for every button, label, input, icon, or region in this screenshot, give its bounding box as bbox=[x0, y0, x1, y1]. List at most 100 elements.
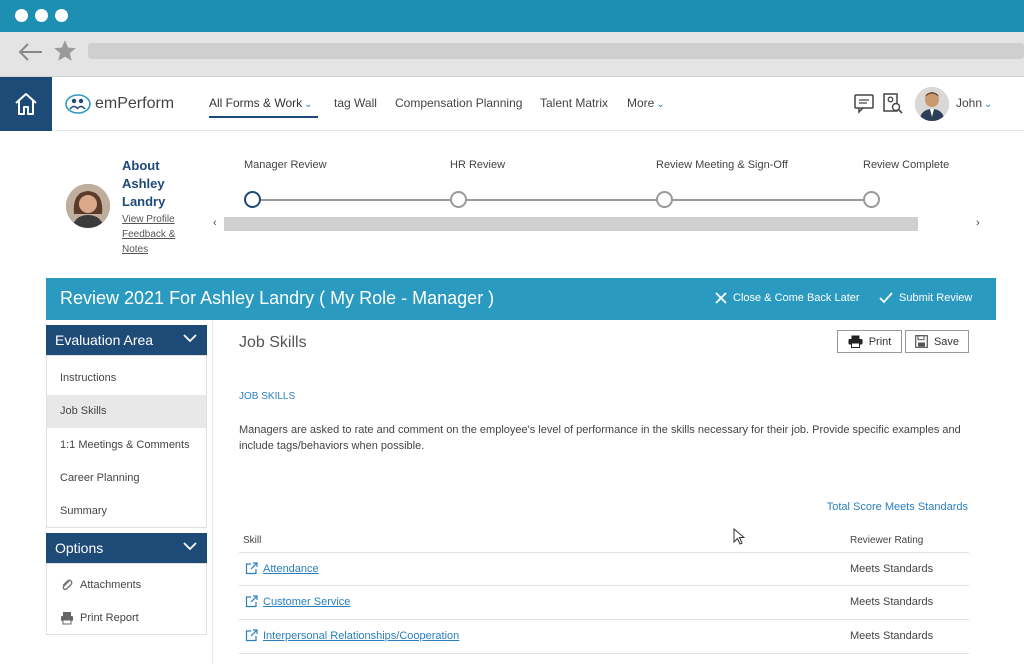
back-arrow-icon[interactable] bbox=[16, 40, 44, 64]
browser-titlebar bbox=[0, 0, 1024, 32]
mouse-cursor-icon bbox=[733, 528, 745, 545]
close-label: Close & Come Back Later bbox=[733, 292, 860, 304]
app-nav: emPerform All Forms & Work ⌄ tag Wall Com… bbox=[0, 77, 1024, 131]
nav-label: Talent Matrix bbox=[540, 96, 609, 110]
url-bar[interactable] bbox=[88, 43, 1024, 59]
skill-link[interactable]: Interpersonal Relationships/Cooperation bbox=[263, 630, 459, 642]
logo[interactable]: emPerform bbox=[64, 91, 174, 117]
row-divider bbox=[239, 619, 969, 620]
column-header-rating: Reviewer Rating bbox=[850, 535, 924, 546]
floppy-disk-icon bbox=[915, 335, 928, 348]
row-divider bbox=[239, 552, 969, 553]
sidebar-item-career-planning[interactable]: Career Planning bbox=[47, 462, 206, 495]
sidebar-item-job-skills[interactable]: Job Skills bbox=[47, 395, 206, 428]
employee-avatar bbox=[66, 184, 110, 228]
step-node-current[interactable] bbox=[244, 191, 261, 208]
step-label: Review Complete bbox=[863, 159, 950, 171]
paperclip-icon bbox=[62, 579, 73, 591]
nav-label: Compensation Planning bbox=[395, 96, 523, 110]
column-header-skill: Skill bbox=[243, 535, 262, 546]
evaluation-area-list: Instructions Job Skills 1:1 Meetings & C… bbox=[46, 355, 207, 528]
nav-compensation-planning[interactable]: Compensation Planning bbox=[395, 96, 522, 110]
option-attachments[interactable]: Attachments bbox=[47, 568, 206, 601]
sidebar-item-summary[interactable]: Summary bbox=[47, 495, 206, 528]
bookmark-star-icon[interactable] bbox=[52, 38, 78, 64]
scroll-left-icon[interactable]: ‹ bbox=[213, 217, 217, 229]
section-description: Managers are asked to rate and comment o… bbox=[239, 424, 961, 452]
skill-rating: Meets Standards bbox=[850, 596, 934, 608]
total-score: Total Score Meets Standards bbox=[826, 501, 968, 513]
feedback-notes-link[interactable]: Feedback & bbox=[122, 229, 175, 240]
step-label: HR Review bbox=[450, 159, 506, 171]
submit-review-button[interactable]: Submit Review bbox=[879, 292, 972, 304]
options-list: Attachments Print Report bbox=[46, 563, 207, 635]
row-divider bbox=[239, 653, 969, 654]
logo-mark-icon bbox=[65, 94, 91, 114]
skill-rating: Meets Standards bbox=[850, 630, 934, 642]
chevron-down-icon: ⌄ bbox=[656, 99, 665, 110]
home-icon bbox=[15, 93, 37, 115]
print-button[interactable]: Print bbox=[837, 330, 902, 353]
window-dot-icon[interactable] bbox=[55, 9, 68, 22]
close-come-back-later-button[interactable]: Close & Come Back Later bbox=[715, 292, 860, 304]
step-node[interactable] bbox=[450, 191, 467, 208]
option-print-report[interactable]: Print Report bbox=[47, 601, 206, 634]
search-directory-icon[interactable] bbox=[881, 92, 903, 114]
app-page: emPerform All Forms & Work ⌄ tag Wall Com… bbox=[0, 77, 1024, 664]
printer-icon bbox=[848, 335, 863, 348]
nav-all-forms-work[interactable]: All Forms & Work ⌄ bbox=[209, 96, 318, 118]
nav-label: All Forms & Work bbox=[209, 96, 303, 110]
panel-title: Options bbox=[55, 540, 104, 556]
review-header: Review 2021 For Ashley Landry ( My Role … bbox=[46, 278, 996, 320]
external-link-icon[interactable] bbox=[245, 562, 258, 575]
nav-talent-matrix[interactable]: Talent Matrix bbox=[540, 96, 608, 110]
skill-link[interactable]: Customer Service bbox=[263, 596, 350, 608]
printer-icon bbox=[61, 612, 73, 625]
view-profile-link[interactable]: View Profile bbox=[122, 214, 175, 225]
step-node[interactable] bbox=[656, 191, 673, 208]
home-button[interactable] bbox=[0, 77, 52, 131]
nav-label: tag Wall bbox=[334, 96, 377, 110]
step-node[interactable] bbox=[863, 191, 880, 208]
evaluation-area-header[interactable]: Evaluation Area bbox=[46, 325, 207, 355]
user-name: John bbox=[956, 96, 983, 110]
external-link-icon[interactable] bbox=[245, 595, 258, 608]
save-button[interactable]: Save bbox=[905, 330, 969, 353]
chevron-down-icon: ⌄ bbox=[304, 99, 313, 110]
skill-link[interactable]: Attendance bbox=[263, 563, 319, 575]
save-label: Save bbox=[933, 335, 960, 348]
panel-title: Evaluation Area bbox=[55, 332, 154, 348]
chevron-down-icon: ⌄ bbox=[984, 99, 993, 110]
option-label: Print Report bbox=[80, 611, 139, 624]
window-dot-icon[interactable] bbox=[15, 9, 28, 22]
section-title: Job Skills bbox=[239, 334, 307, 351]
avatar-image bbox=[915, 87, 949, 121]
step-track bbox=[252, 199, 872, 201]
nav-tag-wall[interactable]: tag Wall bbox=[334, 96, 377, 110]
window-dot-icon[interactable] bbox=[35, 9, 48, 22]
skill-rating: Meets Standards bbox=[850, 563, 934, 575]
sidebar-item-instructions[interactable]: Instructions bbox=[47, 362, 206, 395]
options-header[interactable]: Options bbox=[46, 533, 207, 563]
sidebar-item-meetings-comments[interactable]: 1:1 Meetings & Comments bbox=[47, 429, 206, 462]
nav-label: More bbox=[627, 96, 655, 110]
messages-icon[interactable] bbox=[853, 92, 875, 114]
nav-more[interactable]: More ⌄ bbox=[627, 96, 665, 110]
table-row: Customer Service Meets Standards bbox=[239, 593, 969, 613]
print-label: Print bbox=[868, 335, 892, 348]
scroll-right-icon[interactable]: › bbox=[976, 217, 980, 229]
table-row: Interpersonal Relationships/Cooperation … bbox=[239, 627, 969, 647]
feedback-notes-link[interactable]: Notes bbox=[122, 244, 148, 255]
avatar-image bbox=[66, 184, 110, 228]
about-title: About Ashley Landry bbox=[122, 158, 166, 209]
submit-label: Submit Review bbox=[899, 292, 973, 304]
checkmark-icon bbox=[879, 292, 893, 304]
user-avatar[interactable] bbox=[915, 87, 949, 121]
chevron-down-icon bbox=[183, 334, 197, 343]
close-icon bbox=[715, 292, 727, 304]
user-menu[interactable]: John ⌄ bbox=[956, 96, 992, 110]
step-label: Manager Review bbox=[244, 159, 327, 171]
scrollbar-thumb[interactable] bbox=[224, 217, 918, 231]
chevron-down-icon bbox=[183, 542, 197, 551]
external-link-icon[interactable] bbox=[245, 629, 258, 642]
